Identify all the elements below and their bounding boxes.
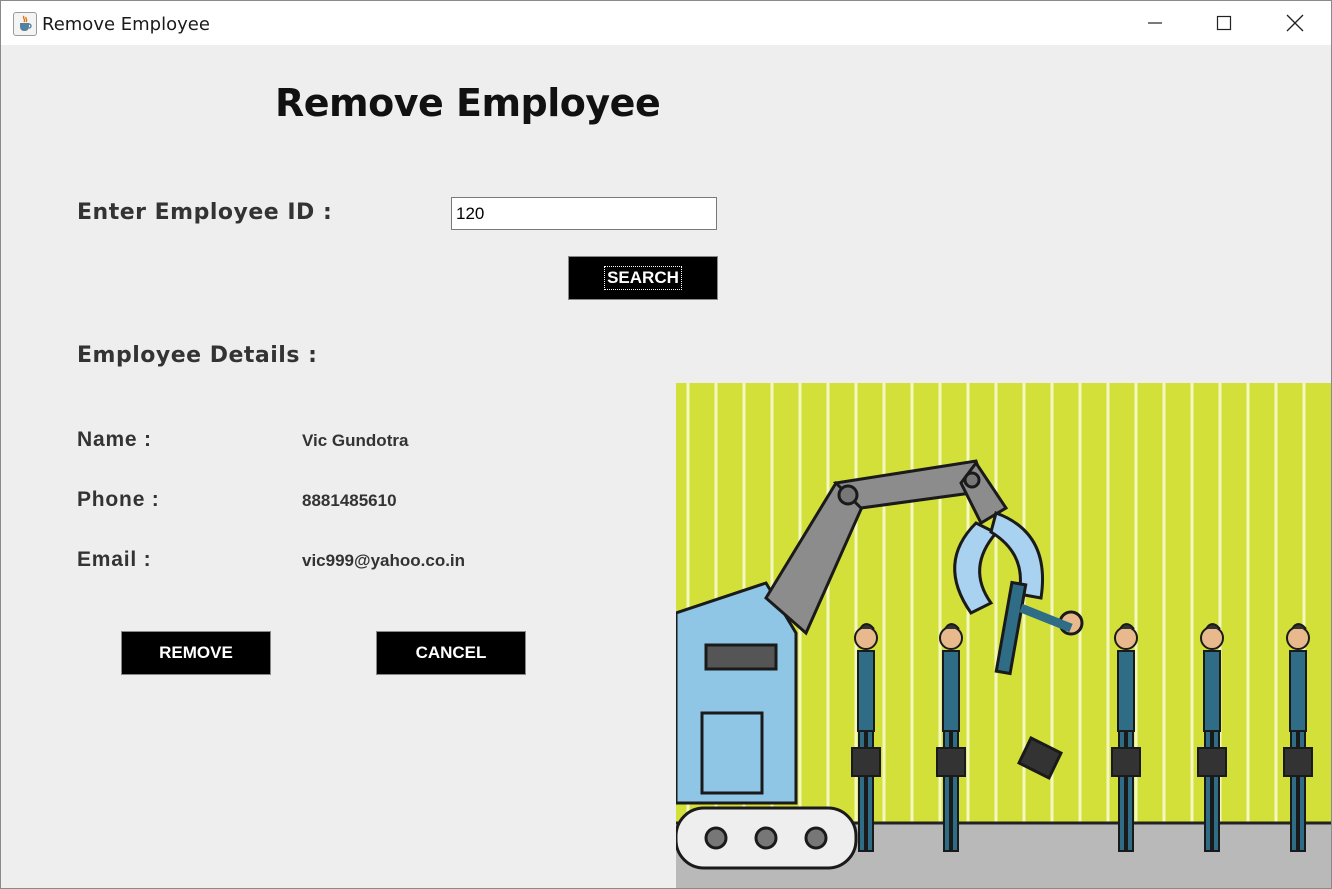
name-value: Vic Gundotra — [302, 431, 409, 450]
phone-label: Phone : — [77, 488, 160, 511]
maximize-icon — [1216, 15, 1232, 31]
cancel-button[interactable]: CANCEL — [376, 631, 526, 675]
window-title: Remove Employee — [42, 14, 210, 35]
employee-id-label: Enter Employee ID : — [77, 200, 333, 225]
title-bar[interactable]: Remove Employee — [1, 1, 1331, 45]
close-icon — [1286, 14, 1304, 32]
java-cup-icon — [13, 12, 37, 36]
phone-value: 8881485610 — [302, 491, 397, 510]
page-title: Remove Employee — [275, 81, 661, 125]
maximize-button[interactable] — [1195, 1, 1253, 45]
robot-arm-layoff-illustration — [676, 383, 1331, 888]
search-button-label: SEARCH — [604, 266, 682, 290]
remove-button[interactable]: REMOVE — [121, 631, 271, 675]
employee-id-input[interactable] — [451, 197, 717, 230]
email-value: vic999@yahoo.co.in — [302, 551, 466, 570]
search-button[interactable]: SEARCH — [568, 256, 718, 300]
minimize-icon — [1148, 22, 1162, 24]
close-button[interactable] — [1266, 1, 1324, 45]
minimize-button[interactable] — [1126, 1, 1184, 45]
employee-details-heading: Employee Details : — [77, 343, 318, 368]
email-label: Email : — [77, 548, 152, 571]
remove-employee-window: Remove Employee Remove Employee Enter Em… — [0, 0, 1332, 889]
name-label: Name : — [77, 428, 152, 451]
